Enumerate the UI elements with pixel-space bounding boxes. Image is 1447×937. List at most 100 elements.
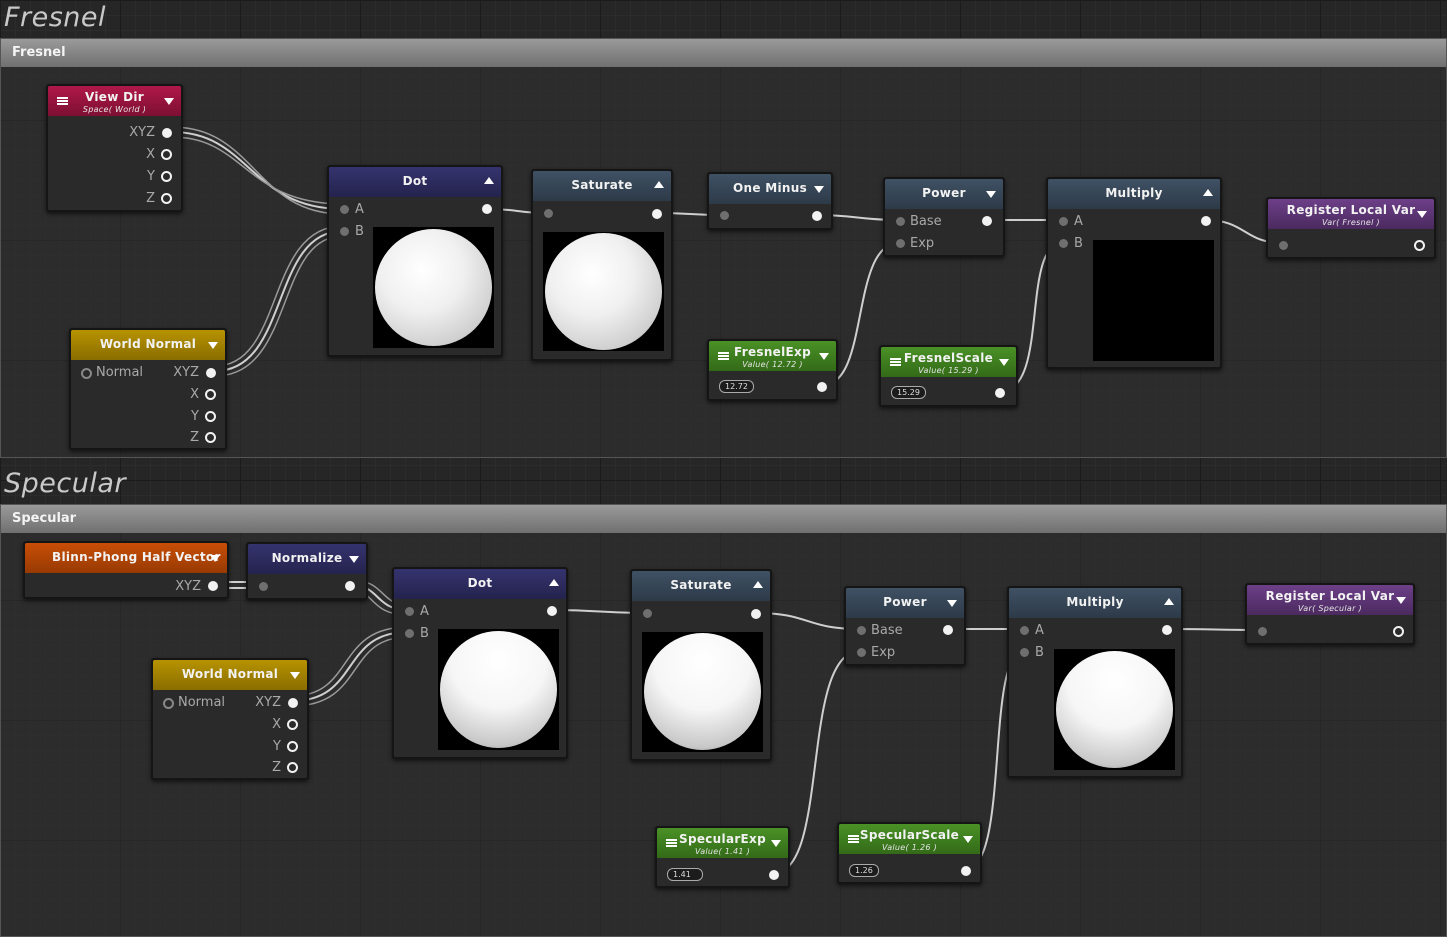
hamburger-icon[interactable] xyxy=(666,839,677,847)
node-dot[interactable]: Dot A B xyxy=(392,567,568,759)
node-world-normal[interactable]: World Normal Normal XYZ X Y Z xyxy=(69,328,227,450)
node-header[interactable]: FresnelExp Value( 12.72 ) xyxy=(709,341,836,371)
input-port-a[interactable] xyxy=(1059,217,1068,226)
input-port[interactable] xyxy=(259,582,268,591)
expand-icon[interactable] xyxy=(947,600,957,607)
node-header[interactable]: Saturate xyxy=(632,571,770,601)
input-port[interactable] xyxy=(1258,627,1267,636)
input-port[interactable] xyxy=(720,211,729,220)
output-port[interactable] xyxy=(1162,625,1172,635)
collapse-icon[interactable] xyxy=(753,581,763,588)
node-one-minus[interactable]: One Minus xyxy=(707,172,833,230)
node-normalize[interactable]: Normalize xyxy=(246,542,368,600)
output-port-y[interactable] xyxy=(161,171,172,182)
value-field[interactable]: 1.41 xyxy=(667,868,703,881)
node-fresnel-scale[interactable]: FresnelScale Value( 15.29 ) 15.29 xyxy=(879,345,1018,407)
input-port[interactable] xyxy=(544,209,553,218)
node-saturate[interactable]: Saturate xyxy=(630,569,772,761)
node-header[interactable]: Power xyxy=(885,179,1003,209)
input-port-b[interactable] xyxy=(1059,239,1068,248)
output-port-xyz[interactable] xyxy=(206,368,216,378)
expand-icon[interactable] xyxy=(1417,211,1427,218)
node-header[interactable]: World Normal xyxy=(71,330,225,360)
node-header[interactable]: One Minus xyxy=(709,174,831,204)
input-port-a[interactable] xyxy=(340,205,349,214)
expand-icon[interactable] xyxy=(290,672,300,679)
input-port-base[interactable] xyxy=(857,626,866,635)
input-port-exp[interactable] xyxy=(896,239,905,248)
expand-icon[interactable] xyxy=(349,556,359,563)
expand-icon[interactable] xyxy=(164,98,174,105)
output-port-x[interactable] xyxy=(161,149,172,160)
value-field[interactable]: 12.72 xyxy=(719,380,754,393)
input-port-a[interactable] xyxy=(1020,626,1029,635)
node-specular-scale[interactable]: SpecularScale Value( 1.26 ) 1.26 xyxy=(837,822,982,884)
input-port-b[interactable] xyxy=(405,629,414,638)
input-port[interactable] xyxy=(1279,241,1288,250)
value-field[interactable]: 1.26 xyxy=(849,864,879,877)
output-port-xyz[interactable] xyxy=(208,581,218,591)
output-port[interactable] xyxy=(961,866,971,876)
expand-icon[interactable] xyxy=(963,836,973,843)
output-port[interactable] xyxy=(995,388,1005,398)
group-header-specular[interactable]: Specular xyxy=(1,505,1446,533)
hamburger-icon[interactable] xyxy=(848,835,859,843)
expand-icon[interactable] xyxy=(210,555,220,562)
node-header[interactable]: Blinn-Phong Half Vector xyxy=(25,543,227,573)
collapse-icon[interactable] xyxy=(549,579,559,586)
input-port-normal[interactable] xyxy=(81,368,92,379)
input-port-base[interactable] xyxy=(896,217,905,226)
expand-icon[interactable] xyxy=(986,191,996,198)
input-port-a[interactable] xyxy=(405,607,414,616)
output-port[interactable] xyxy=(751,609,761,619)
node-view-dir[interactable]: View Dir Space( World ) XYZ X Y Z xyxy=(46,84,183,212)
node-power[interactable]: Power Base Exp xyxy=(883,177,1005,257)
node-specular-exp[interactable]: SpecularExp Value( 1.41 ) 1.41 xyxy=(655,826,790,888)
expand-icon[interactable] xyxy=(771,840,781,847)
collapse-icon[interactable] xyxy=(654,181,664,188)
output-port[interactable] xyxy=(817,382,827,392)
value-field[interactable]: 15.29 xyxy=(891,386,926,399)
node-header[interactable]: View Dir Space( World ) xyxy=(48,86,181,116)
output-port-y[interactable] xyxy=(205,411,216,422)
node-power[interactable]: Power Base Exp xyxy=(844,586,966,666)
node-header[interactable]: Register Local Var Var( Fresnel ) xyxy=(1268,199,1434,229)
output-port-x[interactable] xyxy=(287,719,298,730)
collapse-icon[interactable] xyxy=(1164,598,1174,605)
node-header[interactable]: Dot xyxy=(394,569,566,599)
collapse-icon[interactable] xyxy=(484,177,494,184)
node-header[interactable]: Saturate xyxy=(533,171,671,201)
output-port[interactable] xyxy=(482,204,492,214)
node-register-local-var[interactable]: Register Local Var Var( Fresnel ) xyxy=(1266,197,1436,259)
output-port-y[interactable] xyxy=(287,741,298,752)
hamburger-icon[interactable] xyxy=(890,358,901,366)
node-header[interactable]: Dot xyxy=(329,167,501,197)
node-fresnel-exp[interactable]: FresnelExp Value( 12.72 ) 12.72 xyxy=(707,339,838,401)
collapse-icon[interactable] xyxy=(1203,189,1213,196)
node-multiply[interactable]: Multiply A B xyxy=(1046,177,1222,369)
output-port-x[interactable] xyxy=(205,389,216,400)
output-port[interactable] xyxy=(1201,216,1211,226)
output-port-xyz[interactable] xyxy=(288,698,298,708)
group-header-fresnel[interactable]: Fresnel xyxy=(1,39,1446,67)
output-port[interactable] xyxy=(943,625,953,635)
expand-icon[interactable] xyxy=(999,359,1009,366)
expand-icon[interactable] xyxy=(208,342,218,349)
node-header[interactable]: Power xyxy=(846,588,964,618)
node-header[interactable]: World Normal xyxy=(153,660,307,690)
output-port[interactable] xyxy=(547,606,557,616)
node-header[interactable]: Register Local Var Var( Specular ) xyxy=(1247,585,1413,615)
node-dot[interactable]: Dot A B xyxy=(327,165,503,357)
output-port[interactable] xyxy=(652,209,662,219)
output-port[interactable] xyxy=(769,870,779,880)
node-header[interactable]: FresnelScale Value( 15.29 ) xyxy=(881,347,1016,377)
hamburger-icon[interactable] xyxy=(718,352,729,360)
node-header[interactable]: Normalize xyxy=(248,544,366,574)
node-world-normal[interactable]: World Normal Normal XYZ X Y Z xyxy=(151,658,309,780)
node-multiply[interactable]: Multiply A B xyxy=(1007,586,1183,778)
node-saturate[interactable]: Saturate xyxy=(531,169,673,361)
output-port-xyz[interactable] xyxy=(162,128,172,138)
expand-icon[interactable] xyxy=(1396,597,1406,604)
output-port-z[interactable] xyxy=(287,762,298,773)
output-port[interactable] xyxy=(812,211,822,221)
